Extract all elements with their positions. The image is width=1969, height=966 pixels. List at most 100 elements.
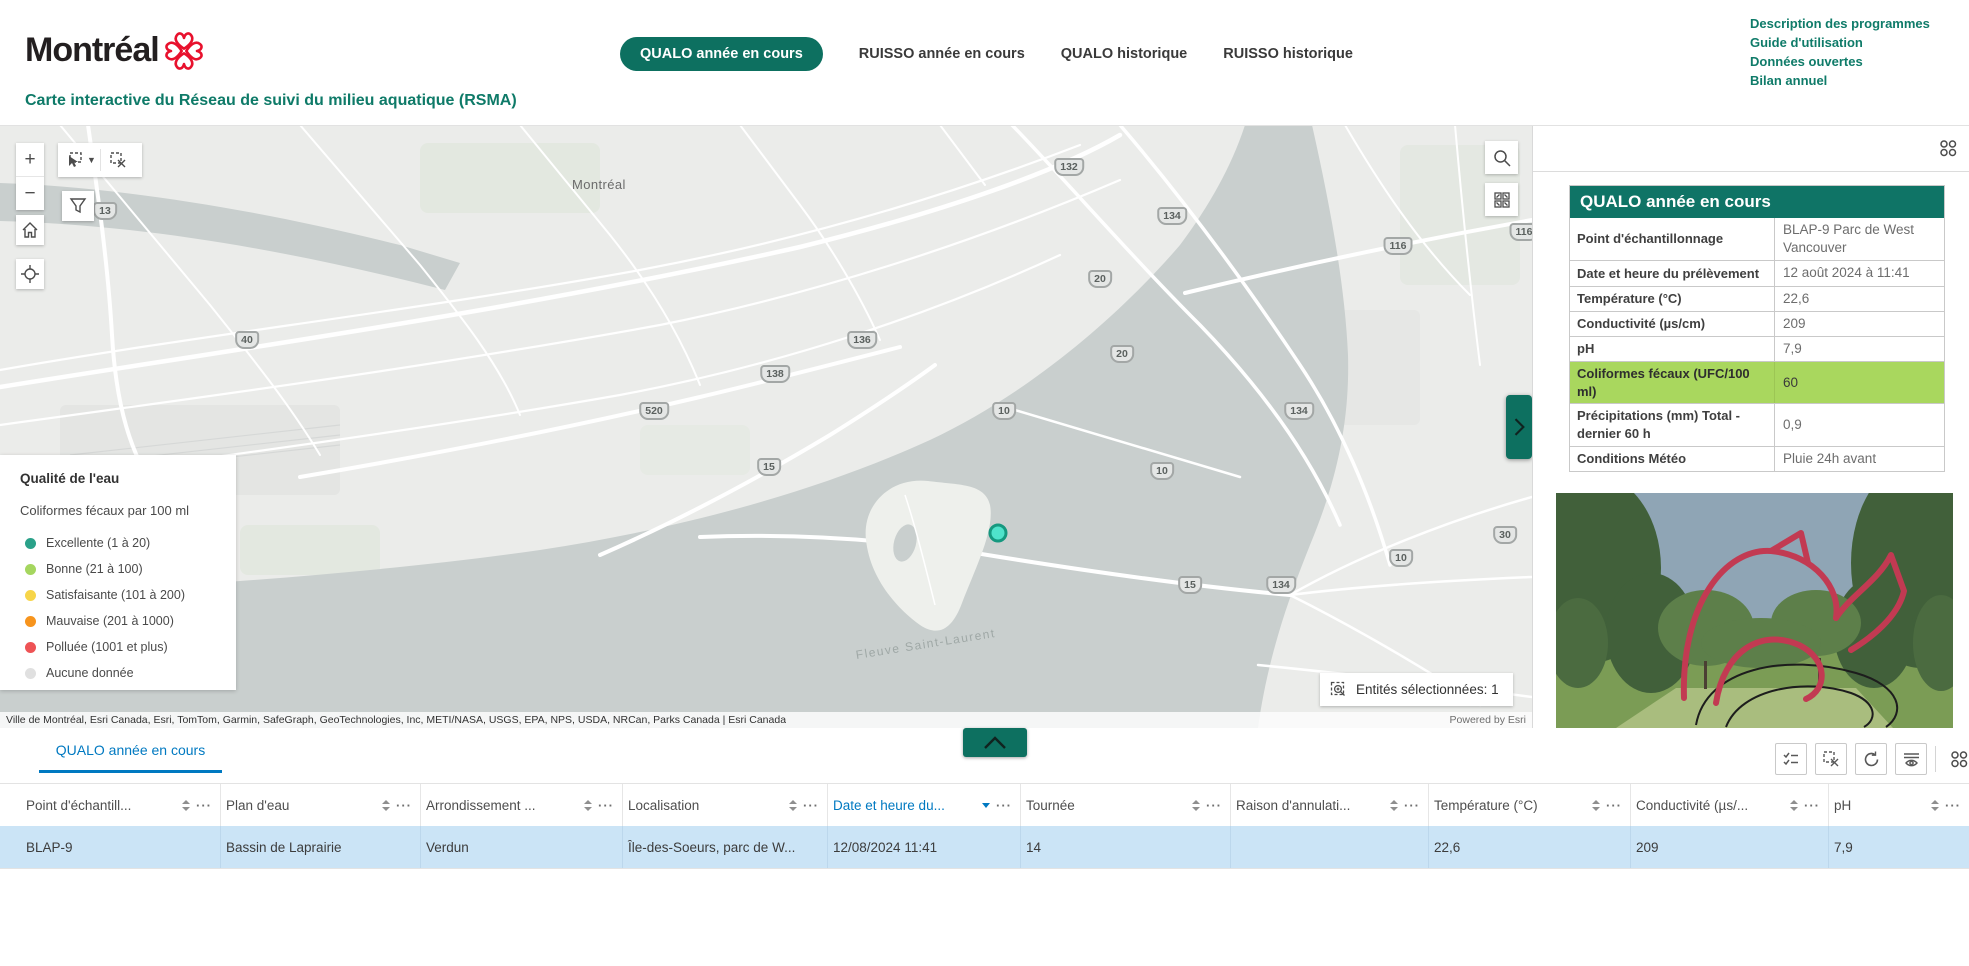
column-header-raison-d-annulati[interactable]: Raison d'annulati...··· <box>1230 784 1429 826</box>
route-shield-134: 134 <box>1284 402 1314 420</box>
sort-icon[interactable] <box>182 800 190 811</box>
header-link-description-des-programmes[interactable]: Description des programmes <box>1750 16 1930 31</box>
zoom-out-button[interactable]: − <box>16 177 44 210</box>
header-link-bilan-annuel[interactable]: Bilan annuel <box>1750 73 1930 88</box>
column-menu-icon[interactable]: ··· <box>1404 798 1420 813</box>
column-menu-icon[interactable]: ··· <box>1606 798 1622 813</box>
home-icon <box>21 221 39 239</box>
legend-item-polluee-1001-et-plus: Polluée (1001 et plus) <box>25 634 236 660</box>
header-link-guide-d-utilisation[interactable]: Guide d'utilisation <box>1750 35 1930 50</box>
info-row-label: Coliformes fécaux (UFC/100 ml) <box>1570 362 1775 403</box>
widgets-button[interactable] <box>1934 134 1962 162</box>
basemap-gallery-button[interactable] <box>1485 183 1518 216</box>
route-shield-138: 138 <box>760 365 790 383</box>
route-shield-15: 15 <box>1178 576 1202 594</box>
filter-button[interactable] <box>62 191 94 221</box>
column-label: Point d'échantill... <box>20 798 182 813</box>
nav-tab-qualo-annee-en-cours[interactable]: QUALO année en cours <box>620 37 823 71</box>
info-row-ph: pH7,9 <box>1570 337 1944 362</box>
column-menu-icon[interactable]: ··· <box>1206 798 1222 813</box>
column-label: Tournée <box>1020 798 1192 813</box>
legend-dot-icon <box>25 538 36 549</box>
nav-tab-qualo-historique[interactable]: QUALO historique <box>1061 37 1187 71</box>
column-menu-icon[interactable]: ··· <box>1804 798 1820 813</box>
route-shield-134: 134 <box>1157 207 1187 225</box>
legend-dot-icon <box>25 642 36 653</box>
cell-value: 209 <box>1630 840 1659 855</box>
sort-icon[interactable] <box>584 800 592 811</box>
info-row-label: Précipitations (mm) Total - dernier 60 h <box>1570 404 1775 445</box>
show-selected-button[interactable] <box>1775 743 1807 775</box>
legend-dot-icon <box>25 564 36 575</box>
cell-value: 22,6 <box>1428 840 1460 855</box>
locate-button[interactable] <box>16 259 44 289</box>
cell-conductivite-s: 209 <box>1630 826 1829 868</box>
column-menu-icon[interactable]: ··· <box>598 798 614 813</box>
sort-icon[interactable] <box>382 800 390 811</box>
sort-icon[interactable] <box>1592 800 1600 811</box>
route-shield-134: 134 <box>1266 576 1296 594</box>
legend-item-bonne-21-a-100: Bonne (21 à 100) <box>25 556 236 582</box>
table-widgets-button[interactable] <box>1944 744 1969 774</box>
info-panel: QUALO année en cours Point d'échantillon… <box>1532 125 1969 728</box>
info-row-value: 22,6 <box>1775 287 1944 311</box>
sort-icon[interactable] <box>789 800 797 811</box>
table-tab-qualo[interactable]: QUALO année en cours <box>39 742 222 758</box>
column-header-conductivite-s[interactable]: Conductivité (µs/...··· <box>1630 784 1829 826</box>
info-row-coliformes-fecaux-ufc-100-ml: Coliformes fécaux (UFC/100 ml)60 <box>1570 362 1944 404</box>
legend-panel: Qualité de l'eau Coliformes fécaux par 1… <box>0 455 236 690</box>
map-canvas[interactable]: Montréal Fleuve Saint-Laurent 1340520151… <box>0 125 1532 728</box>
column-menu-icon[interactable]: ··· <box>196 798 212 813</box>
clear-table-selection-button[interactable] <box>1815 743 1847 775</box>
legend-items: Excellente (1 à 20)Bonne (21 à 100)Satis… <box>25 530 236 686</box>
expand-panel-button[interactable] <box>1506 395 1532 459</box>
column-header-ph[interactable]: pH··· <box>1828 784 1969 826</box>
info-row-precipitations-mm-total-dernier-60-h: Précipitations (mm) Total - dernier 60 h… <box>1570 404 1944 446</box>
column-header-date-et-heure-du[interactable]: Date et heure du... ··· <box>827 784 1021 826</box>
column-header-localisation[interactable]: Localisation ··· <box>622 784 828 826</box>
column-menu-icon[interactable]: ··· <box>1945 798 1961 813</box>
clear-selection-button[interactable] <box>101 143 135 177</box>
home-button[interactable] <box>16 215 44 245</box>
sort-icon[interactable] <box>1931 800 1939 811</box>
cell-tournee: 14 <box>1020 826 1231 868</box>
table-row[interactable]: BLAP-9Bassin de LaprairieVerdunÎle-des-S… <box>0 826 1969 869</box>
refresh-button[interactable] <box>1855 743 1887 775</box>
column-header-point-d-echantill[interactable]: Point d'échantill... ··· <box>20 784 221 826</box>
column-menu-icon[interactable]: ··· <box>996 798 1012 813</box>
column-label: Date et heure du... <box>827 798 982 813</box>
zoom-controls: + − <box>16 143 44 210</box>
header-link-donnees-ouvertes[interactable]: Données ouvertes <box>1750 54 1930 69</box>
show-hide-columns-button[interactable] <box>1895 743 1927 775</box>
sort-icon[interactable] <box>1192 800 1200 811</box>
info-row-conditions-meteo: Conditions MétéoPluie 24h avant <box>1570 447 1944 472</box>
cell-raison-d-annulati <box>1230 826 1429 868</box>
sort-icon[interactable] <box>1390 800 1398 811</box>
collapse-table-button[interactable] <box>963 728 1027 757</box>
sort-desc-icon[interactable] <box>982 803 990 808</box>
legend-item-label: Polluée (1001 et plus) <box>46 640 168 654</box>
cell-localisation: Île-des-Soeurs, parc de W... <box>622 826 828 868</box>
refresh-icon <box>1862 750 1881 769</box>
cell-value: Bassin de Laprairie <box>220 840 342 855</box>
column-menu-icon[interactable]: ··· <box>803 798 819 813</box>
column-header-plan-d-eau[interactable]: Plan d'eau··· <box>220 784 421 826</box>
legend-item-label: Mauvaise (201 à 1000) <box>46 614 174 628</box>
sort-icon[interactable] <box>1790 800 1798 811</box>
info-row-conductivite-s-cm: Conductivité (µs/cm)209 <box>1570 312 1944 337</box>
select-tool-button[interactable]: ▼ <box>65 143 100 177</box>
clear-selection-icon <box>109 151 127 169</box>
column-menu-icon[interactable]: ··· <box>396 798 412 813</box>
column-header-temperature-c[interactable]: Température (°C)··· <box>1428 784 1631 826</box>
route-shield-116: 116 <box>1510 223 1532 241</box>
search-button[interactable] <box>1485 141 1518 174</box>
column-header-arrondissement[interactable]: Arrondissement ...··· <box>420 784 623 826</box>
columns-eye-icon <box>1902 750 1921 769</box>
nav-tab-ruisso-historique[interactable]: RUISSO historique <box>1223 37 1353 71</box>
zoom-in-button[interactable]: + <box>16 143 44 177</box>
nav-tab-ruisso-annee-en-cours[interactable]: RUISSO année en cours <box>859 37 1025 71</box>
legend-item-aucune-donnee: Aucune donnée <box>25 660 236 686</box>
bottom-panel: QUALO année en cours <box>0 728 1969 966</box>
column-label: Localisation <box>622 798 789 813</box>
column-header-tournee[interactable]: Tournée ··· <box>1020 784 1231 826</box>
